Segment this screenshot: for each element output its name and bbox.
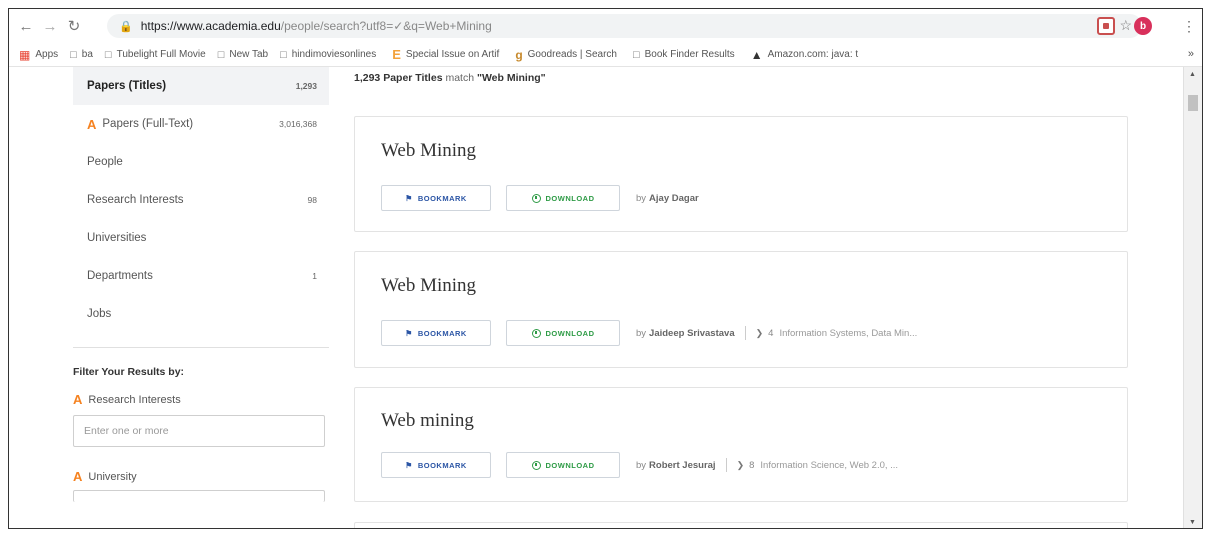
page-content: Papers (Titles) 1,293 A Papers (Full-Text… bbox=[9, 67, 1185, 528]
page-icon: □ bbox=[70, 48, 77, 61]
filter-research-label: A Research Interests bbox=[73, 392, 181, 407]
download-button[interactable]: DOWNLOAD bbox=[506, 185, 620, 211]
bookmark-item[interactable]: □ New Tab bbox=[218, 49, 268, 61]
search-sidebar: Papers (Titles) 1,293 A Papers (Full-Text… bbox=[73, 67, 329, 502]
profile-avatar[interactable]: b bbox=[1134, 17, 1152, 35]
sidebar-item-people[interactable]: People bbox=[73, 143, 329, 181]
bookmark-item[interactable]: □ ba bbox=[70, 49, 93, 61]
bookmark-item[interactable]: □ Book Finder Results bbox=[633, 49, 735, 61]
result-card bbox=[354, 522, 1128, 528]
separator bbox=[744, 326, 746, 340]
page-icon: □ bbox=[632, 48, 640, 61]
more-bookmarks-icon[interactable]: » bbox=[1188, 48, 1194, 60]
bookmarks-bar: ▦ Apps □ ba □ Tubelight Full Movie □ New Tab… bbox=[9, 43, 1202, 67]
bookmark-item[interactable]: □ hindimoviesonlines bbox=[280, 49, 376, 61]
academia-logo-icon: A bbox=[73, 392, 83, 407]
download-icon bbox=[531, 460, 541, 470]
academia-logo-icon: A bbox=[87, 116, 97, 132]
result-title[interactable]: Web Mining bbox=[381, 275, 476, 297]
results-summary: 1,293 Paper Titles match "Web Mining" bbox=[354, 72, 546, 84]
author-link[interactable]: Ajay Dagar bbox=[649, 193, 699, 204]
url-host: https://www.academia.edu bbox=[140, 19, 281, 33]
bookmark-icon: ⚑ bbox=[405, 328, 413, 338]
goodreads-icon: g bbox=[515, 47, 523, 62]
url-path: /people/search?utf8=✓&q=Web+Mining bbox=[280, 19, 492, 33]
lock-icon: 🔒 bbox=[119, 20, 133, 33]
result-count: 1,293 bbox=[295, 81, 317, 91]
tag-list[interactable]: Information Systems, Data Min... bbox=[779, 328, 917, 339]
filter-university-label: A University bbox=[73, 469, 137, 484]
tag-list[interactable]: Information Science, Web 2.0, ... bbox=[760, 460, 898, 471]
result-card: Web mining ⚑ BOOKMARK DOWNLOAD by Robert J… bbox=[354, 387, 1128, 502]
tag-count: 8 bbox=[749, 459, 755, 471]
sidebar-item-research-interests[interactable]: Research Interests 98 bbox=[73, 181, 329, 219]
bookmark-item[interactable]: □ Tubelight Full Movie bbox=[105, 49, 206, 61]
academia-logo-icon: A bbox=[73, 469, 83, 484]
browser-window: ← → ↻ 🔒 https://www.academia.edu/people/… bbox=[8, 8, 1203, 529]
tag-icon: ❯ bbox=[736, 459, 745, 470]
page-icon: □ bbox=[280, 48, 287, 61]
apps-grid-icon: ▦ bbox=[19, 47, 31, 62]
bookmark-item[interactable]: ▲ Amazon.com: java: t bbox=[751, 48, 858, 62]
page-icon: □ bbox=[217, 48, 225, 61]
sidebar-item-jobs[interactable]: Jobs bbox=[73, 295, 329, 333]
sidebar-item-papers-titles[interactable]: Papers (Titles) 1,293 bbox=[73, 67, 329, 105]
forward-arrow-icon[interactable]: → bbox=[39, 15, 61, 37]
bookmark-icon: ⚑ bbox=[405, 193, 413, 203]
address-toolbar: ← → ↻ 🔒 https://www.academia.edu/people/… bbox=[9, 9, 1202, 43]
bookmark-button[interactable]: ⚑ BOOKMARK bbox=[381, 320, 491, 346]
download-button[interactable]: DOWNLOAD bbox=[506, 320, 620, 346]
result-card: Web Mining ⚑ BOOKMARK DOWNLOAD by Jaideep … bbox=[354, 251, 1128, 368]
download-button[interactable]: DOWNLOAD bbox=[506, 452, 620, 478]
scroll-down-icon[interactable]: ▼ bbox=[1189, 519, 1196, 526]
sidebar-item-departments[interactable]: Departments 1 bbox=[73, 257, 329, 295]
bookmark-star-icon[interactable]: ☆ bbox=[1119, 17, 1132, 34]
menu-kebab-icon[interactable]: ⋮ bbox=[1182, 18, 1196, 35]
author-line: by Robert Jesuraj ❯ 8 Information Science… bbox=[636, 458, 899, 472]
url-bar[interactable]: 🔒 https://www.academia.edu/people/search… bbox=[107, 14, 1142, 38]
sidebar-item-universities[interactable]: Universities bbox=[73, 219, 329, 257]
amazon-icon: ▲ bbox=[750, 47, 763, 62]
extension-icon[interactable] bbox=[1097, 17, 1115, 35]
bookmark-apps[interactable]: ▦ Apps bbox=[19, 48, 58, 62]
bookmark-item[interactable]: E Special Issue on Artif bbox=[392, 47, 499, 62]
bookmark-button[interactable]: ⚑ BOOKMARK bbox=[381, 185, 491, 211]
result-card: Web Mining ⚑ BOOKMARK DOWNLOAD by Ajay Dag… bbox=[354, 116, 1128, 232]
divider bbox=[73, 347, 329, 348]
university-input[interactable] bbox=[73, 490, 325, 502]
author-line: by Ajay Dagar bbox=[636, 192, 699, 204]
bookmark-item[interactable]: g Goodreads | Search bbox=[515, 48, 617, 62]
result-count: 1 bbox=[312, 271, 317, 281]
back-arrow-icon[interactable]: ← bbox=[15, 15, 37, 37]
filter-title: Filter Your Results by: bbox=[73, 366, 185, 378]
download-icon bbox=[531, 328, 541, 338]
result-count: 3,016,368 bbox=[279, 119, 317, 129]
scroll-thumb[interactable] bbox=[1188, 95, 1198, 111]
sidebar-item-papers-fulltext[interactable]: A Papers (Full-Text) 3,016,368 bbox=[73, 105, 329, 143]
tag-count: 4 bbox=[768, 327, 774, 339]
result-title[interactable]: Web mining bbox=[381, 410, 474, 432]
result-title[interactable]: Web Mining bbox=[381, 140, 476, 162]
author-link[interactable]: Jaideep Srivastava bbox=[649, 328, 735, 339]
research-interests-input[interactable] bbox=[73, 415, 325, 447]
author-line: by Jaideep Srivastava ❯ 4 Information Sys… bbox=[636, 326, 918, 340]
bookmark-button[interactable]: ⚑ BOOKMARK bbox=[381, 452, 491, 478]
download-icon bbox=[531, 193, 541, 203]
reload-icon[interactable]: ↻ bbox=[63, 15, 85, 37]
separator bbox=[725, 458, 727, 472]
search-results: 1,293 Paper Titles match "Web Mining" We… bbox=[354, 67, 1132, 528]
bookmark-icon: ⚑ bbox=[405, 460, 413, 470]
page-icon: □ bbox=[104, 48, 112, 61]
scroll-up-icon[interactable]: ▲ bbox=[1189, 71, 1196, 78]
tag-icon: ❯ bbox=[755, 327, 764, 338]
e-logo-icon: E bbox=[392, 47, 401, 62]
vertical-scrollbar[interactable]: ▲ ▼ bbox=[1183, 67, 1202, 528]
author-link[interactable]: Robert Jesuraj bbox=[649, 460, 716, 471]
result-count: 98 bbox=[307, 195, 317, 205]
